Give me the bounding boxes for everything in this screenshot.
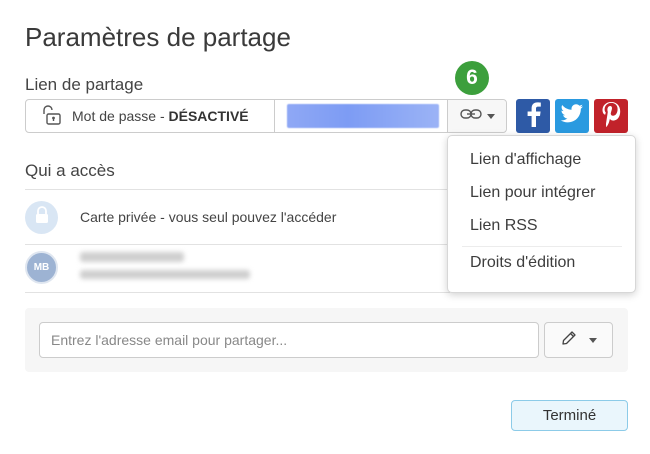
divider: [25, 292, 450, 293]
link-options-button[interactable]: [448, 100, 506, 132]
menu-divider: [462, 246, 622, 247]
invite-panel: [25, 308, 628, 372]
private-map-text: Carte privée - vous seul pouvez l'accéde…: [80, 209, 337, 225]
password-toggle[interactable]: Mot de passe - DÉSACTIVÉ: [26, 100, 275, 132]
link-options-menu: Lien d'affichage Lien pour intégrer Lien…: [447, 135, 636, 293]
menu-item-embed-link[interactable]: Lien pour intégrer: [470, 184, 595, 202]
share-link-label: Lien de partage: [25, 75, 144, 94]
share-link-bar: Mot de passe - DÉSACTIVÉ: [25, 99, 507, 133]
password-prefix: Mot de passe -: [72, 108, 169, 124]
facebook-icon: [524, 101, 542, 132]
chevron-down-icon: [486, 113, 495, 119]
divider: [25, 244, 450, 245]
link-icon: [459, 107, 482, 125]
avatar: MB: [25, 251, 58, 284]
access-label: Qui a accès: [25, 161, 115, 180]
chevron-down-icon: [588, 337, 597, 343]
twitter-share-button[interactable]: [555, 99, 589, 133]
permission-dropdown[interactable]: [544, 322, 613, 358]
user-name-redacted: [80, 252, 184, 262]
private-lock-avatar: [25, 201, 58, 234]
share-url-field[interactable]: [275, 100, 448, 132]
menu-item-rss-link[interactable]: Lien RSS: [470, 217, 538, 235]
lock-icon: [40, 104, 62, 129]
twitter-icon: [560, 103, 584, 129]
lock-icon: [34, 206, 50, 229]
password-state: DÉSACTIVÉ: [168, 108, 249, 124]
done-button[interactable]: Terminé: [511, 400, 628, 431]
email-input[interactable]: [39, 322, 539, 358]
share-url-redacted: [287, 104, 439, 128]
facebook-share-button[interactable]: [516, 99, 550, 133]
menu-item-view-link[interactable]: Lien d'affichage: [470, 151, 581, 169]
user-email-redacted: [80, 270, 250, 279]
divider: [25, 189, 450, 190]
page-title: Paramètres de partage: [25, 22, 291, 52]
step-badge: 6: [455, 61, 489, 95]
pinterest-share-button[interactable]: [594, 99, 628, 133]
menu-item-edit-rights[interactable]: Droits d'édition: [470, 254, 575, 272]
pencil-icon: [561, 330, 577, 351]
pinterest-icon: [601, 101, 621, 132]
